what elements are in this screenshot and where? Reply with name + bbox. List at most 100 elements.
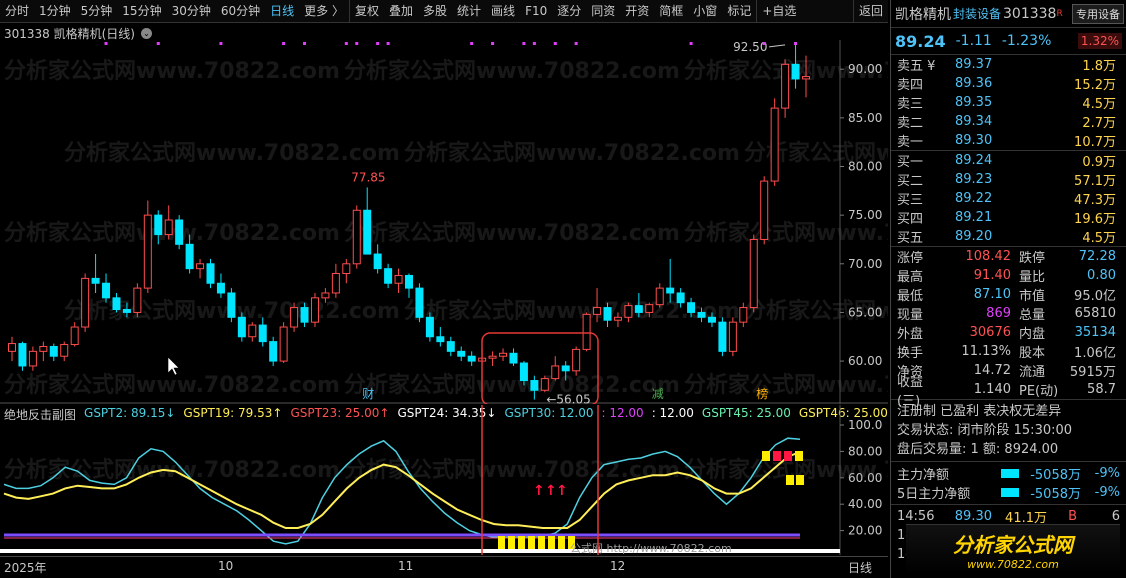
sector-button[interactable]: 专用设备 xyxy=(1072,3,1124,24)
bid-row-price: 89.21 xyxy=(955,210,993,225)
stock-name: 凯格精机 xyxy=(895,6,951,23)
candle-body xyxy=(384,268,393,284)
ask-row-qty: 4.5万 xyxy=(1082,97,1116,112)
toolbar-item-12[interactable]: 画线 xyxy=(486,0,520,23)
chevron-down-icon[interactable]: ⌄ xyxy=(141,28,152,39)
candle-body xyxy=(739,307,748,323)
candle-body xyxy=(415,287,424,318)
candle-body xyxy=(39,345,48,352)
candle-body xyxy=(728,321,737,352)
y-tick-label: 80.00 xyxy=(848,159,882,173)
ask-row-0[interactable]: 卖五 ¥ 89.37 1.8万 xyxy=(891,55,1126,74)
stats-value: 35134 xyxy=(1074,325,1116,340)
candle-body xyxy=(248,324,257,338)
candle-body xyxy=(718,321,727,352)
signal-dot xyxy=(386,42,390,45)
candle-body xyxy=(802,76,810,80)
bid-book: 买一 89.24 0.9万 买二 89.23 57.1万 买三 89.22 47.3万 买四 89.… xyxy=(891,151,1126,247)
stock-code: 301338 xyxy=(1003,5,1057,22)
toolbar-item-16[interactable]: 开资 xyxy=(620,0,654,23)
ask-row-2[interactable]: 卖三 89.35 4.5万 xyxy=(891,93,1126,112)
candle-body xyxy=(530,380,539,391)
signal-dot xyxy=(156,42,160,45)
toolbar-item-13[interactable]: F10 xyxy=(520,0,552,23)
candle-body xyxy=(551,365,560,380)
toolbar-item-20[interactable]: +自选 xyxy=(756,0,801,23)
flow-bar xyxy=(1001,488,1019,497)
toolbar-item-11[interactable]: 统计 xyxy=(452,0,486,23)
industry-tag[interactable]: 封装设备 xyxy=(953,5,1001,22)
bid-row-1[interactable]: 买二 89.23 57.1万 xyxy=(891,170,1126,189)
ask-row-qty: 15.2万 xyxy=(1074,78,1116,93)
signal-dot xyxy=(553,42,557,45)
tick-side: B xyxy=(1068,509,1077,524)
price-change-pct: -1.23% xyxy=(1001,33,1052,49)
stats-value: 87.10 xyxy=(973,287,1011,302)
toolbar-item-15[interactable]: 同资 xyxy=(586,0,620,23)
toolbar-item-10[interactable]: 多股 xyxy=(418,0,452,23)
watermark-text: 分析家公式网www.70822.com xyxy=(404,140,740,166)
toolbar-item-8[interactable]: 复权 xyxy=(348,0,384,23)
bid-row-2[interactable]: 买三 89.22 47.3万 xyxy=(891,189,1126,208)
flow-label: 主力净额 xyxy=(897,468,950,483)
toolbar-item-3[interactable]: 15分钟 xyxy=(117,0,166,23)
toolbar-item-19[interactable]: 标记 xyxy=(722,0,756,23)
buy-arrow-icon: ↑ xyxy=(545,483,557,499)
bid-row-qty: 57.1万 xyxy=(1074,174,1116,189)
peak-leader-line xyxy=(769,44,786,48)
stats-value: 95.0亿 xyxy=(1074,289,1116,304)
sub-indicator-chart[interactable]: 100.080.0060.0040.0020.00分析家公式网www.70822… xyxy=(0,405,888,555)
bid-row-label: 买一 xyxy=(897,155,924,170)
signal-dot xyxy=(282,42,286,45)
bid-row-4[interactable]: 买五 89.20 4.5万 xyxy=(891,227,1126,246)
stats-value: 0.80 xyxy=(1087,268,1116,283)
bid-row-0[interactable]: 买一 89.24 0.9万 xyxy=(891,151,1126,170)
ask-row-label: 卖一 xyxy=(897,135,924,150)
trade-status: 交易状态: 闭市阶段 15:30:00 xyxy=(897,423,1073,438)
candle-body xyxy=(645,304,654,313)
signal-block xyxy=(786,475,794,485)
ask-row-4[interactable]: 卖一 89.30 10.7万 xyxy=(891,131,1126,150)
ask-row-qty: 1.8万 xyxy=(1082,59,1116,74)
toolbar-item-21[interactable]: 返回 xyxy=(852,0,888,23)
signal-block xyxy=(508,536,515,549)
toolbar-item-5[interactable]: 60分钟 xyxy=(216,0,265,23)
toolbar-item-17[interactable]: 简框 xyxy=(654,0,688,23)
toolbar-item-4[interactable]: 30分钟 xyxy=(167,0,216,23)
main-kline-chart[interactable]: 分析家公式网www.70822.com 分析家公式网www.70822.com分析… xyxy=(0,40,888,404)
ask-row-price: 89.37 xyxy=(955,57,993,72)
candle-body xyxy=(70,326,79,346)
bid-row-qty: 19.6万 xyxy=(1074,212,1116,227)
toolbar-item-18[interactable]: 小窗 xyxy=(688,0,722,23)
toolbar-item-0[interactable]: 分时 xyxy=(0,0,34,23)
x-axis-label-4: 日线 xyxy=(848,561,873,575)
toolbar-item-7[interactable]: 更多 〉 xyxy=(299,0,349,23)
ask-row-3[interactable]: 卖二 89.34 2.7万 xyxy=(891,112,1126,131)
signal-dot xyxy=(376,42,380,45)
signal-block xyxy=(558,536,565,549)
event-marker: 财 xyxy=(362,387,374,401)
candle-body xyxy=(405,274,413,289)
buy-arrow-icon: ↑ xyxy=(556,483,568,499)
bid-row-3[interactable]: 买四 89.21 19.6万 xyxy=(891,208,1126,227)
candle-body xyxy=(582,313,591,350)
ask-row-1[interactable]: 卖四 89.36 15.2万 xyxy=(891,74,1126,93)
peak-price-label: 92.50 xyxy=(733,40,767,54)
signal-block xyxy=(548,536,555,549)
stats-value: 14.72 xyxy=(973,363,1011,378)
bid-row-price: 89.23 xyxy=(955,172,993,187)
candle-body xyxy=(666,287,675,294)
toolbar-item-6[interactable]: 日线 xyxy=(265,0,299,23)
toolbar-item-2[interactable]: 5分钟 xyxy=(76,0,118,23)
watermark-text: 分析家公式网www.70822.com xyxy=(344,372,680,398)
candle-body xyxy=(676,292,685,304)
signal-dot xyxy=(104,42,108,45)
signal-dot xyxy=(522,42,526,45)
toolbar-item-14[interactable]: 逐分 xyxy=(552,0,586,23)
toolbar-item-1[interactable]: 1分钟 xyxy=(34,0,76,23)
candle-body xyxy=(457,350,466,357)
signal-block xyxy=(773,451,781,461)
candle-body xyxy=(112,297,121,311)
signal-dot xyxy=(574,42,578,45)
toolbar-item-9[interactable]: 叠加 xyxy=(384,0,418,23)
